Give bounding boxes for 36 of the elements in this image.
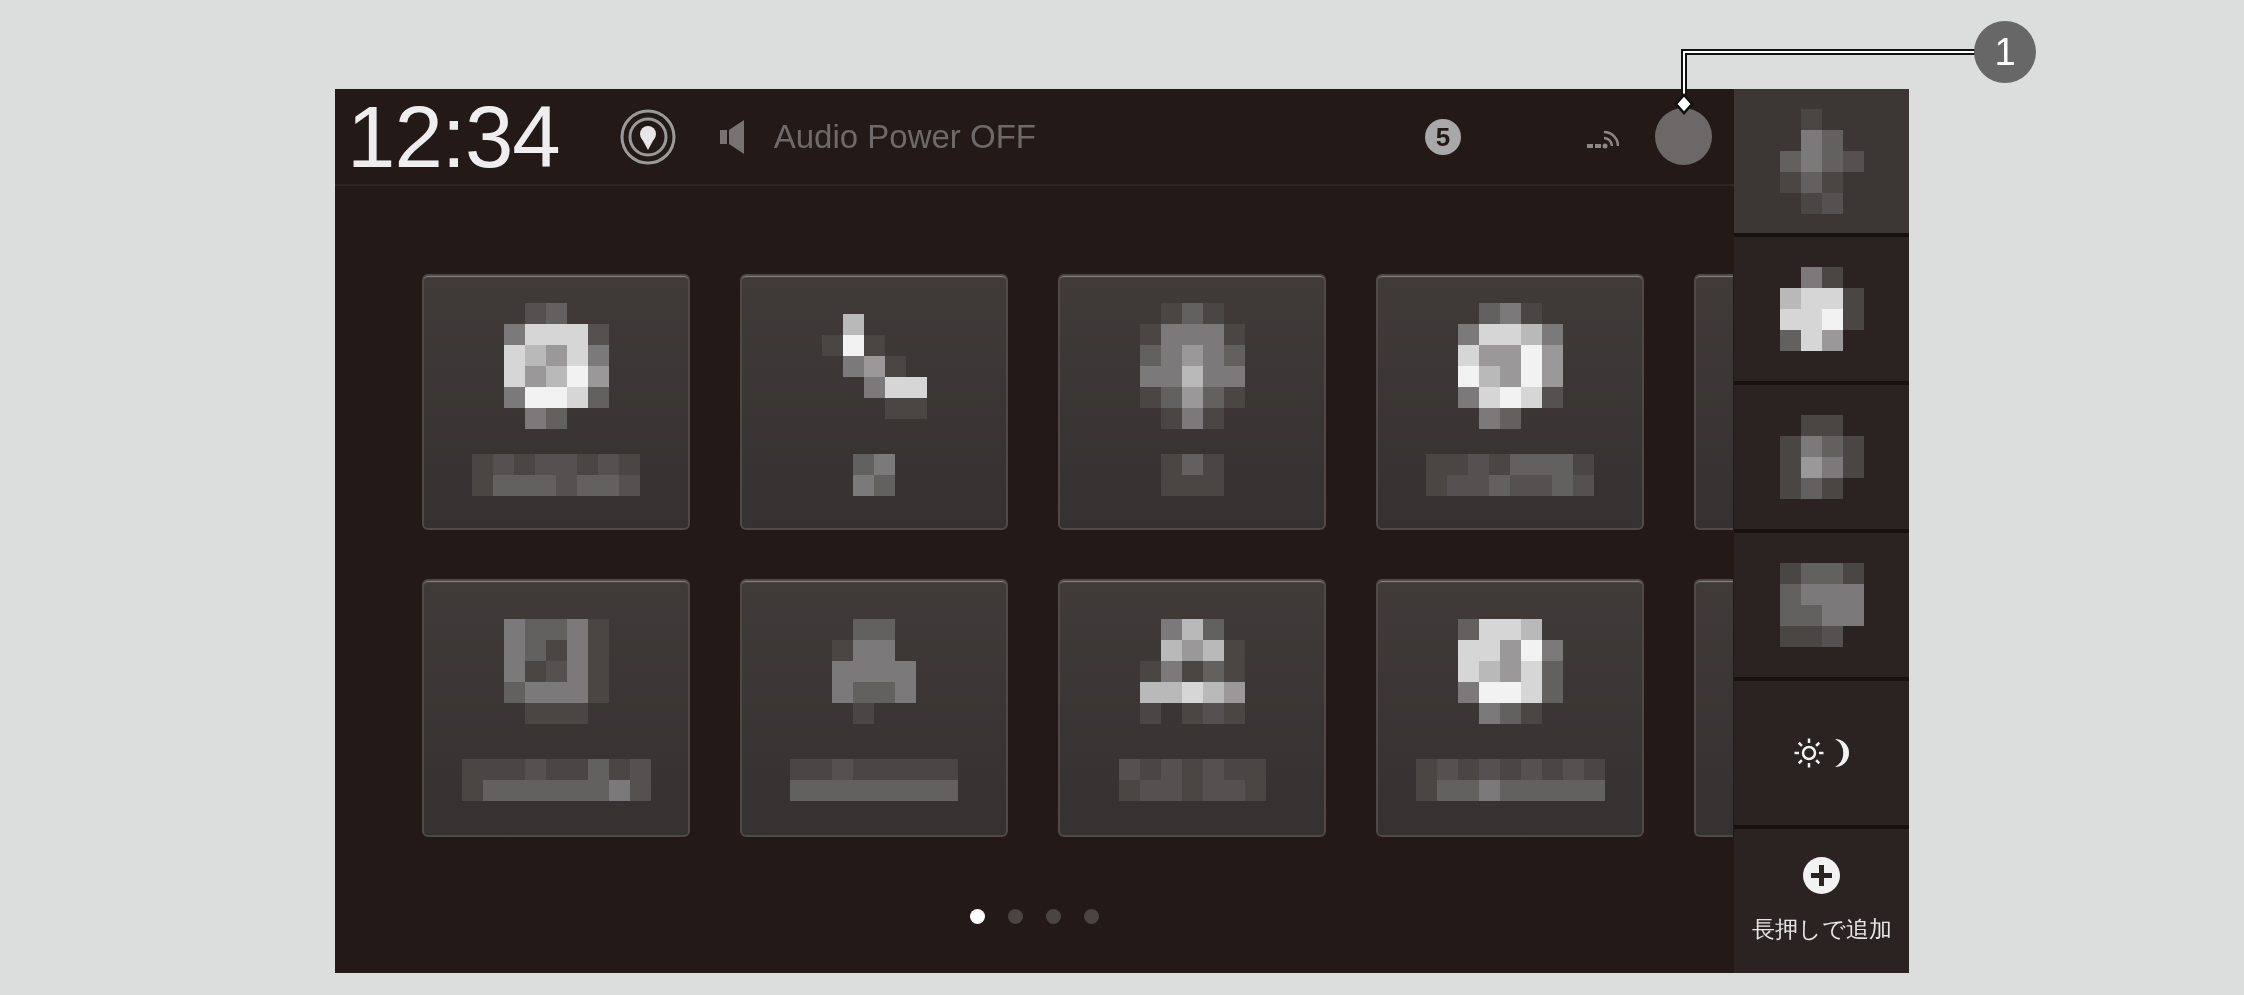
audio-status: Audio Power OFF bbox=[773, 117, 1036, 156]
pixelated-text-drawing bbox=[853, 454, 895, 496]
app-tile[interactable] bbox=[422, 579, 690, 837]
app-tile[interactable] bbox=[1058, 274, 1326, 530]
sun-icon bbox=[1793, 738, 1824, 768]
callout-number: 1 bbox=[1974, 21, 2036, 83]
pixelated-icon bbox=[1139, 618, 1245, 724]
pixelated-icon bbox=[1457, 618, 1563, 724]
pixelated-text-drawing bbox=[1160, 454, 1224, 496]
app-tile[interactable] bbox=[740, 579, 1008, 837]
speaker-icon bbox=[719, 119, 746, 154]
pixelated-icon bbox=[821, 313, 927, 419]
app-tile[interactable] bbox=[1376, 274, 1644, 530]
pixelated-icon bbox=[1779, 415, 1864, 499]
moon-icon bbox=[1833, 738, 1850, 768]
app-tile[interactable] bbox=[1376, 579, 1644, 837]
app-tile[interactable] bbox=[1058, 579, 1326, 837]
app-tile[interactable] bbox=[422, 274, 690, 530]
shortcut-button[interactable] bbox=[1734, 237, 1909, 381]
pixelated-icon bbox=[1457, 303, 1563, 429]
plus-circle-icon bbox=[1803, 857, 1840, 894]
app-tile[interactable] bbox=[740, 274, 1008, 530]
pixelated-icon bbox=[1779, 267, 1864, 351]
broadcast-icon bbox=[619, 108, 676, 165]
pixelated-icon bbox=[1779, 108, 1864, 214]
pixelated-icon bbox=[503, 618, 609, 724]
pixelated-icon bbox=[503, 303, 609, 429]
clock: 12:34 bbox=[347, 93, 560, 180]
pixelated-icon bbox=[832, 618, 916, 724]
pixelated-icon bbox=[1779, 563, 1864, 647]
pixelated-icon bbox=[1139, 303, 1245, 429]
add-button[interactable]: 長押しで追加 bbox=[1734, 829, 1909, 973]
app-tile[interactable] bbox=[1694, 274, 1733, 530]
circle-icon bbox=[1655, 108, 1712, 165]
notification-badge: 5 bbox=[1425, 118, 1461, 155]
app-tile[interactable] bbox=[1694, 579, 1733, 837]
